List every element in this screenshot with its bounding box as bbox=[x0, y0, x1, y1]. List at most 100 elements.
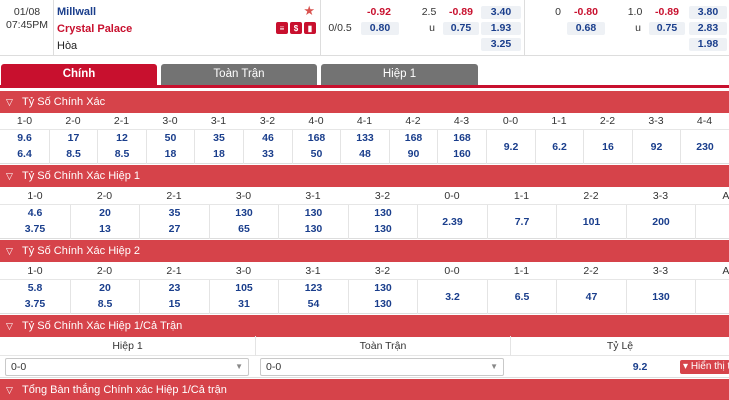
odds-value: 200 bbox=[652, 216, 670, 228]
score-odds-cell[interactable]: 50 18 bbox=[146, 130, 194, 164]
score-odds-cell[interactable]: 123 54 bbox=[278, 280, 348, 314]
fulltime-score-select[interactable]: 0-0 ▼ bbox=[260, 358, 504, 376]
section-header-exact-score[interactable]: ▽ Tỷ Số Chính Xác bbox=[0, 91, 729, 113]
score-odds-cell[interactable]: 12 8.5 bbox=[97, 130, 146, 164]
section-header-exact-score-h2[interactable]: ▽ Tỷ Số Chính Xác Hiệp 2 bbox=[0, 240, 729, 262]
halffull-row: 0-0 ▼ 0-0 ▼ 9.2 ▾ Hiển thị tất cả bbox=[0, 356, 729, 378]
score-label: 2-2 bbox=[599, 115, 616, 127]
odds-value: 123 bbox=[304, 282, 323, 294]
odds-value: 18 bbox=[213, 148, 225, 160]
away-team[interactable]: Crystal Palace bbox=[57, 23, 132, 35]
score-odds-cell[interactable]: 101 bbox=[556, 205, 626, 239]
h1-score-select[interactable]: 0-0 ▼ bbox=[5, 358, 249, 376]
score-odds-cell[interactable]: 6.5 bbox=[487, 280, 556, 314]
score-label: 1-0 bbox=[27, 265, 43, 277]
tab-firsthalf[interactable]: Hiệp 1 bbox=[321, 64, 478, 85]
score-odds-cell[interactable] bbox=[695, 280, 729, 314]
score-odds-cell[interactable]: 17 8.5 bbox=[49, 130, 97, 164]
section-header-halftime-fulltime[interactable]: ▽ Tỷ Số Chính Xác Hiệp 1/Cả Trận bbox=[0, 315, 729, 337]
odds-value[interactable]: 0.75 bbox=[443, 22, 479, 35]
odds-dollar-icon[interactable]: $ bbox=[290, 22, 302, 34]
score-odds-cell[interactable]: 230 bbox=[680, 130, 729, 164]
odds-value[interactable]: 0.80 bbox=[361, 22, 399, 35]
odds-value[interactable]: 0.68 bbox=[567, 22, 605, 35]
odds-value[interactable]: -0.92 bbox=[359, 6, 399, 19]
score-odds-cell[interactable]: 133 48 bbox=[340, 130, 389, 164]
chevron-down-icon: ▽ bbox=[6, 246, 13, 256]
score-odds-cell[interactable]: 92 bbox=[632, 130, 680, 164]
score-odds-cell[interactable]: 9.6 6.4 bbox=[0, 130, 49, 164]
score-odds-cell[interactable]: 130 130 bbox=[348, 280, 417, 314]
favorite-star-icon[interactable]: ★ bbox=[303, 3, 315, 19]
odds-value[interactable]: -0.89 bbox=[649, 6, 685, 19]
odds-value[interactable]: -0.80 bbox=[567, 6, 605, 19]
tab-fulltime[interactable]: Toàn Trận bbox=[161, 64, 317, 85]
score-odds-cell[interactable]: 130 130 bbox=[348, 205, 417, 239]
chevron-down-icon: ▽ bbox=[6, 97, 13, 107]
stats-chart-icon[interactable]: ▮ bbox=[304, 22, 316, 34]
odds-value[interactable]: 1.98 bbox=[689, 38, 727, 51]
match-date: 01/08 bbox=[13, 6, 41, 18]
odds-value: 47 bbox=[585, 291, 598, 303]
section-title: Tỷ Số Chính Xác bbox=[22, 96, 106, 108]
tab-underline bbox=[0, 85, 729, 88]
section-title: Tỷ Số Chính Xác Hiệp 1 bbox=[22, 170, 141, 182]
odds-value: 92 bbox=[650, 141, 663, 153]
score-odds-cell[interactable]: 3.2 bbox=[417, 280, 487, 314]
score-odds-cell[interactable]: 130 65 bbox=[209, 205, 278, 239]
score-label: 4-0 bbox=[308, 115, 324, 127]
score-odds-cell[interactable]: 168 50 bbox=[292, 130, 340, 164]
score-odds-cell[interactable]: 7.7 bbox=[487, 205, 556, 239]
score-label: 2-1 bbox=[113, 115, 130, 127]
score-odds-cell[interactable]: 6.2 bbox=[535, 130, 583, 164]
odds-value: 130 bbox=[374, 298, 392, 310]
score-label: 3-2 bbox=[259, 115, 276, 127]
odds-value: 65 bbox=[238, 223, 250, 235]
score-odds-cell[interactable]: 130 bbox=[626, 280, 695, 314]
score-odds-cell[interactable]: 47 bbox=[556, 280, 626, 314]
odds-value: 160 bbox=[453, 148, 471, 160]
section-header-total-goals[interactable]: ▽ Tổng Bàn thắng Chính xác Hiệp 1/Cả trậ… bbox=[0, 379, 729, 400]
score-label: 1-1 bbox=[513, 190, 530, 202]
odds-value[interactable]: 0.75 bbox=[649, 22, 685, 35]
section-header-exact-score-h1[interactable]: ▽ Tỷ Số Chính Xác Hiệp 1 bbox=[0, 165, 729, 187]
score-odds-cell[interactable] bbox=[695, 205, 729, 239]
odds-value: 8.5 bbox=[114, 148, 130, 160]
score-odds-cell[interactable]: 35 18 bbox=[194, 130, 243, 164]
odds-value[interactable]: 3.80 bbox=[689, 6, 727, 19]
score-odds-cell[interactable]: 2.39 bbox=[417, 205, 487, 239]
section-title: Tổng Bàn thắng Chính xác Hiệp 1/Cả trận bbox=[22, 384, 227, 396]
odds-value: 17 bbox=[67, 132, 80, 144]
odds-value[interactable]: -0.89 bbox=[443, 6, 479, 19]
match-teams: Millwall Crystal Palace Hòa ★ ≡ $ ▮ bbox=[53, 0, 321, 56]
odds-value[interactable]: 1.93 bbox=[481, 22, 521, 35]
show-all-button[interactable]: ▾ Hiển thị tất cả bbox=[680, 360, 729, 374]
score-odds-cell[interactable]: 46 33 bbox=[243, 130, 292, 164]
odds-value: 12 bbox=[116, 132, 128, 144]
score-odds-cell[interactable]: 20 13 bbox=[70, 205, 139, 239]
score-odds-cell[interactable]: 5.8 3.75 bbox=[0, 280, 70, 314]
odds-value: 20 bbox=[99, 282, 111, 294]
odds-value[interactable]: 3.40 bbox=[481, 6, 521, 19]
score-label: 2-0 bbox=[96, 265, 113, 277]
odds-value: 27 bbox=[168, 223, 181, 235]
home-team[interactable]: Millwall bbox=[57, 6, 96, 18]
ratio-value[interactable]: 9.2 bbox=[600, 356, 680, 378]
odds-value[interactable]: 2.83 bbox=[689, 22, 727, 35]
score-label: 3-0 bbox=[235, 190, 252, 202]
score-odds-cell[interactable]: 9.2 bbox=[486, 130, 535, 164]
score-odds-cell[interactable]: 23 15 bbox=[139, 280, 209, 314]
tab-main[interactable]: Chính bbox=[1, 64, 157, 85]
score-odds-cell[interactable]: 35 27 bbox=[139, 205, 209, 239]
odds-value[interactable]: 3.25 bbox=[481, 38, 521, 51]
score-label: 2-2 bbox=[583, 190, 599, 202]
score-odds-cell[interactable]: 20 8.5 bbox=[70, 280, 139, 314]
score-odds-cell[interactable]: 105 31 bbox=[209, 280, 278, 314]
lineup-icon[interactable]: ≡ bbox=[276, 22, 288, 34]
score-odds-cell[interactable]: 168 160 bbox=[437, 130, 486, 164]
score-odds-cell[interactable]: 4.6 3.75 bbox=[0, 205, 70, 239]
score-odds-cell[interactable]: 16 bbox=[583, 130, 632, 164]
score-odds-cell[interactable]: 200 bbox=[626, 205, 695, 239]
score-odds-cell[interactable]: 130 130 bbox=[278, 205, 348, 239]
score-odds-cell[interactable]: 168 90 bbox=[389, 130, 437, 164]
